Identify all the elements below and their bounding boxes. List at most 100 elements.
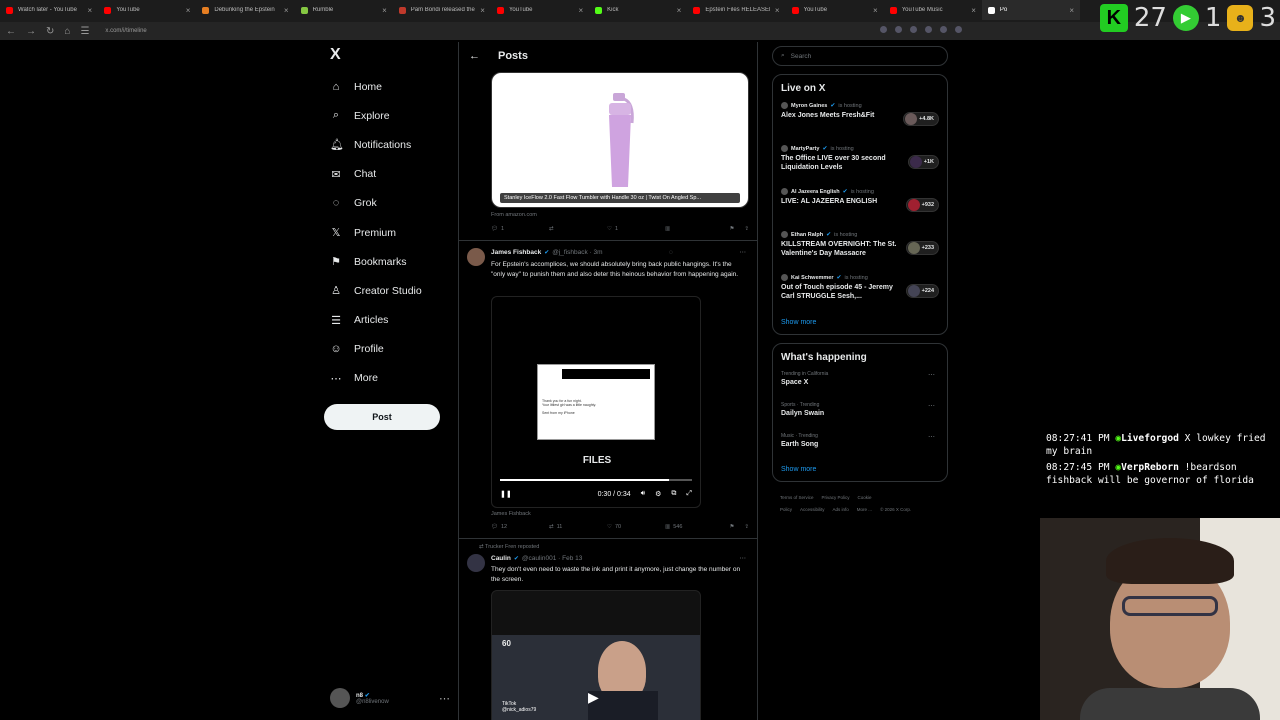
footer-link[interactable]: Accessibility xyxy=(800,507,825,512)
extension-icon[interactable] xyxy=(910,26,917,33)
like-button[interactable]: ♡ 1 xyxy=(607,226,665,232)
footer-link[interactable]: © 2026 X Corp. xyxy=(880,507,911,512)
show-more-link[interactable]: Show more xyxy=(781,319,939,326)
bookmark-icon[interactable]: ⚑ xyxy=(729,226,734,232)
live-item[interactable]: Kai Schwemmer ✔ is hosting Out of Touch epi… xyxy=(781,274,939,317)
sidebar-item-explore[interactable]: ⌕ Explore xyxy=(324,101,450,130)
sidebar-item-bookmarks[interactable]: ⚑ Bookmarks xyxy=(324,247,450,276)
browser-tab[interactable]: Kick × xyxy=(589,0,687,20)
link-card[interactable]: Stanley IceFlow 2.0 Fast Flow Tumbler wi… xyxy=(491,72,749,208)
site-info-icon[interactable]: ☰ xyxy=(80,26,89,37)
reload-icon[interactable]: ↻ xyxy=(46,26,54,37)
repost-button[interactable]: ⇄ xyxy=(549,226,607,232)
back-arrow-icon[interactable]: ← xyxy=(469,50,480,62)
search-input[interactable]: ⌕ Search xyxy=(772,46,948,66)
close-tab-icon[interactable]: × xyxy=(677,6,682,15)
pip-icon[interactable]: ⧉ xyxy=(671,490,676,498)
sidebar-item-home[interactable]: ⌂ Home xyxy=(324,72,450,101)
trend-item[interactable]: Trending in California Space X ⋯ xyxy=(781,371,939,402)
repost-button[interactable]: ⇄ 11 xyxy=(549,524,607,530)
browser-tab[interactable]: YouTube × xyxy=(98,0,196,20)
sidebar-item-notifications[interactable]: 🔔︎ Notifications xyxy=(324,130,450,159)
home-icon[interactable]: ⌂ xyxy=(64,26,70,37)
close-tab-icon[interactable]: × xyxy=(88,6,93,15)
share-icon[interactable]: ⇪ xyxy=(744,226,749,232)
browser-tab[interactable]: YouTube × xyxy=(491,0,589,20)
browser-tab[interactable]: Po × xyxy=(981,0,1081,20)
extension-icon[interactable] xyxy=(955,26,962,33)
close-tab-icon[interactable]: × xyxy=(480,6,485,15)
live-item[interactable]: Al Jazeera English ✔ is hosting LIVE: AL JA… xyxy=(781,188,939,231)
reply-button[interactable]: 💬︎ 1 xyxy=(491,226,549,232)
live-item[interactable]: MartyParty ✔ is hosting The Office LIVE ove… xyxy=(781,145,939,188)
close-tab-icon[interactable]: × xyxy=(578,6,583,15)
video-author[interactable]: James Fishback xyxy=(491,511,531,517)
browser-tab[interactable]: Watch later - YouTube × xyxy=(0,0,98,20)
x-logo[interactable]: X xyxy=(330,46,450,72)
extension-icon[interactable] xyxy=(925,26,932,33)
link-source[interactable]: From amazon.com xyxy=(491,212,537,218)
sidebar-item-chat[interactable]: ✉ Chat xyxy=(324,160,450,189)
video-player[interactable]: 60 TikTok @nick_adios79 ▶ xyxy=(491,590,701,720)
close-tab-icon[interactable]: × xyxy=(873,6,878,15)
more-icon[interactable]: ⋯ xyxy=(928,371,935,379)
avatar[interactable] xyxy=(467,248,485,266)
share-icon[interactable]: ⇪ xyxy=(744,524,749,530)
show-more-link[interactable]: Show more xyxy=(781,466,939,473)
live-item[interactable]: Ethan Ralph ✔ is hosting KILLSTREAM OVERNIG… xyxy=(781,231,939,274)
browser-tab[interactable]: YouTube × xyxy=(786,0,884,20)
more-icon[interactable]: ⋯ xyxy=(439,692,450,705)
browser-tab[interactable]: Debunking the Epstein × xyxy=(196,0,294,20)
more-icon[interactable]: ⋯ xyxy=(740,554,747,562)
volume-icon[interactable]: 🔊︎ xyxy=(641,490,645,498)
sidebar-item-more[interactable]: ⋯ More xyxy=(324,364,450,393)
author-handle[interactable]: @j_fishback · 3m xyxy=(552,249,602,256)
sidebar-item-articles[interactable]: ☰ Articles xyxy=(324,306,450,335)
footer-link[interactable]: Privacy Policy xyxy=(822,495,850,500)
more-icon[interactable]: ⋯ xyxy=(739,248,746,256)
extension-icon[interactable] xyxy=(895,26,902,33)
browser-tab[interactable]: Epstein Files RELEASED! A × xyxy=(687,0,785,20)
live-item[interactable]: Myron Gaines ✔ is hosting Alex Jones Meets … xyxy=(781,102,939,145)
footer-link[interactable]: Terms of Service xyxy=(780,495,814,500)
close-tab-icon[interactable]: × xyxy=(775,6,780,15)
avatar[interactable] xyxy=(467,554,485,572)
forward-icon[interactable]: → xyxy=(26,26,36,37)
pause-icon[interactable]: ❚❚ xyxy=(500,490,512,498)
browser-tab[interactable]: Rumble × xyxy=(295,0,393,20)
play-icon[interactable]: ▶ xyxy=(588,689,599,706)
views-button[interactable]: ▥ 546 xyxy=(665,524,723,530)
reply-button[interactable]: 💬︎ 12 xyxy=(491,524,549,530)
back-icon[interactable]: ← xyxy=(6,26,16,37)
trend-item[interactable]: Sports · Trending Dailyn Swain ⋯ xyxy=(781,402,939,433)
settings-icon[interactable]: ⚙ xyxy=(655,490,661,498)
sidebar-item-grok[interactable]: ◌ Grok xyxy=(324,189,450,218)
more-icon[interactable]: ⋯ xyxy=(928,433,935,441)
footer-link[interactable]: More ... xyxy=(857,507,872,512)
browser-tab[interactable]: Pam Bondi released the × xyxy=(393,0,491,20)
like-button[interactable]: ♡ 70 xyxy=(607,524,665,530)
trend-item[interactable]: Music · Trending Earth Song ⋯ xyxy=(781,433,939,464)
author-name[interactable]: James Fishback xyxy=(491,249,541,256)
account-switcher[interactable]: n8 ✔ @n8livenow ⋯ xyxy=(330,686,450,710)
video-player[interactable]: Thank you for a fun night. Your littlest… xyxy=(491,296,701,508)
author-name[interactable]: Caulin xyxy=(491,555,511,562)
extension-icon[interactable] xyxy=(880,26,887,33)
browser-tab[interactable]: YouTube Music × xyxy=(884,0,982,20)
repost-notice[interactable]: ⇄ Trucker Fren reposted xyxy=(479,544,539,550)
sidebar-item-creator-studio[interactable]: ♙ Creator Studio xyxy=(324,276,450,305)
author-handle[interactable]: @caulin001 · Feb 13 xyxy=(522,555,582,562)
more-icon[interactable]: ⋯ xyxy=(928,402,935,410)
grok-icon[interactable]: ◌ xyxy=(669,249,673,256)
close-tab-icon[interactable]: × xyxy=(284,6,289,15)
close-tab-icon[interactable]: × xyxy=(186,6,191,15)
bookmark-icon[interactable]: ⚑ xyxy=(729,524,734,530)
close-tab-icon[interactable]: × xyxy=(382,6,387,15)
close-tab-icon[interactable]: × xyxy=(971,6,976,15)
fullscreen-icon[interactable]: ⤢ xyxy=(686,490,692,498)
close-tab-icon[interactable]: × xyxy=(1069,6,1074,15)
video-progress[interactable] xyxy=(500,479,692,481)
url-field[interactable]: x.com/i/timeline xyxy=(105,28,146,34)
footer-link[interactable]: Ads info xyxy=(833,507,849,512)
views-button[interactable]: ▥ xyxy=(665,226,723,232)
